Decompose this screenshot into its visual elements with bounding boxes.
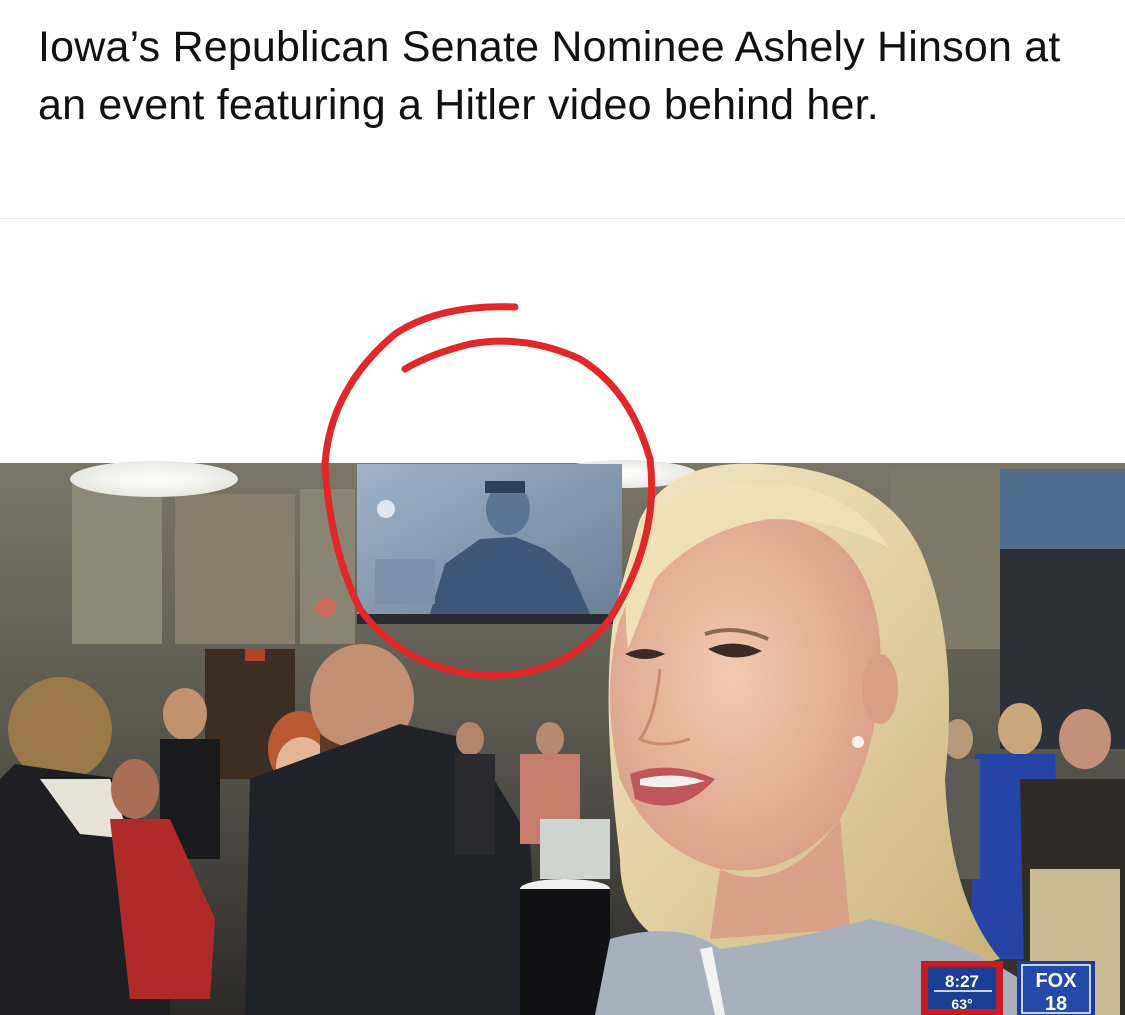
broadcast-temperature: 63°: [951, 996, 972, 1012]
post-caption: Iowa’s Republican Senate Nominee Ashely …: [38, 23, 1061, 129]
news-screenshot-image: 8:27 63° FOX 18: [0, 219, 1125, 1015]
fox18-logo-channel: 18: [1045, 993, 1067, 1015]
post-container: Iowa’s Republican Senate Nominee Ashely …: [0, 0, 1125, 1015]
earring: [852, 736, 864, 748]
broadcast-time: 8:27: [945, 972, 979, 991]
caption-block: Iowa’s Republican Senate Nominee Ashely …: [0, 0, 1125, 218]
ceiling-light-left: [70, 461, 238, 497]
projection-screen: [357, 464, 622, 624]
fox18-logo-brand: FOX: [1035, 970, 1077, 992]
